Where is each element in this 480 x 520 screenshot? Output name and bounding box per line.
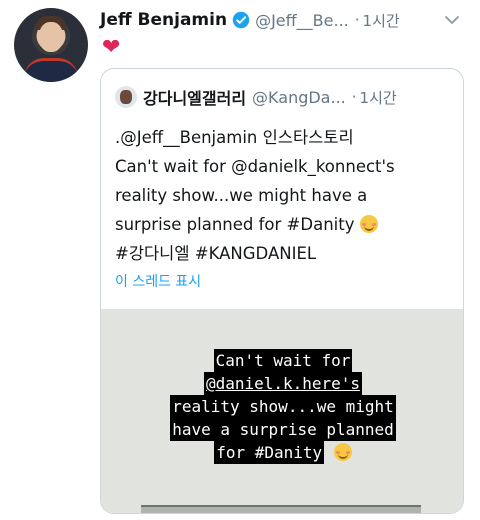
heart-icon: ❤ (102, 35, 121, 60)
quoted-author-handle: @KangDa... (252, 87, 346, 107)
story-line: @daniel.k.here's (203, 372, 363, 395)
chevron-down-icon[interactable] (444, 12, 460, 28)
smiling-blush-emoji-icon (359, 215, 378, 233)
separator-dot: · (354, 11, 360, 29)
story-line: for #Danity (214, 441, 325, 464)
tweet-timestamp[interactable]: 1시간 (363, 10, 400, 31)
text-line-with-emoji: surprise planned for #Danity (115, 210, 451, 239)
quoted-tweet-timestamp: 1시간 (359, 88, 397, 107)
quoted-tweet-header: 강다니엘갤러리 @KangDa... · 1시간 (115, 85, 397, 109)
tweet: Jeff Benjamin @Jeff__Be... · 1시간 ❤ 강다니엘갤… (0, 0, 480, 520)
quoted-author-avatar (115, 86, 137, 108)
show-thread-link[interactable]: 이 스레드 표시 (115, 271, 201, 291)
text-line: Can't wait for @danielk_konnect's (115, 157, 395, 176)
separator-dot: · (351, 88, 357, 106)
quoted-media-image[interactable]: Can't wait for @daniel.k.here's reality … (101, 309, 463, 513)
story-text-overlay: Can't wait for @daniel.k.here's reality … (101, 349, 463, 464)
smiling-blush-emoji-icon (333, 443, 352, 461)
story-line: reality show...we might (170, 395, 396, 418)
verified-badge-icon (232, 11, 250, 29)
quoted-tweet-text: .@Jeff__Benjamin 인스타스토리 Can't wait for @… (115, 123, 451, 268)
story-line: have a surprise planned (170, 418, 396, 441)
text-line: #강다니엘 #KANGDANIEL (115, 244, 317, 263)
image-bottom-edge (141, 505, 421, 513)
quoted-author-name: 강다니엘갤러리 (143, 89, 247, 108)
text-line: surprise planned for #Danity (115, 215, 355, 234)
author-handle[interactable]: @Jeff__Be... (255, 11, 349, 30)
text-line: reality show...we might have a (115, 186, 368, 205)
quoted-tweet[interactable]: 강다니엘갤러리 @KangDa... · 1시간 .@Jeff__Benjami… (100, 68, 464, 514)
author-name[interactable]: Jeff Benjamin (100, 10, 227, 30)
text-line: .@Jeff__Benjamin 인스타스토리 (115, 128, 354, 147)
tweet-header: Jeff Benjamin @Jeff__Be... · 1시간 (100, 8, 400, 32)
author-avatar[interactable] (14, 8, 88, 82)
story-line: Can't wait for (213, 349, 353, 372)
